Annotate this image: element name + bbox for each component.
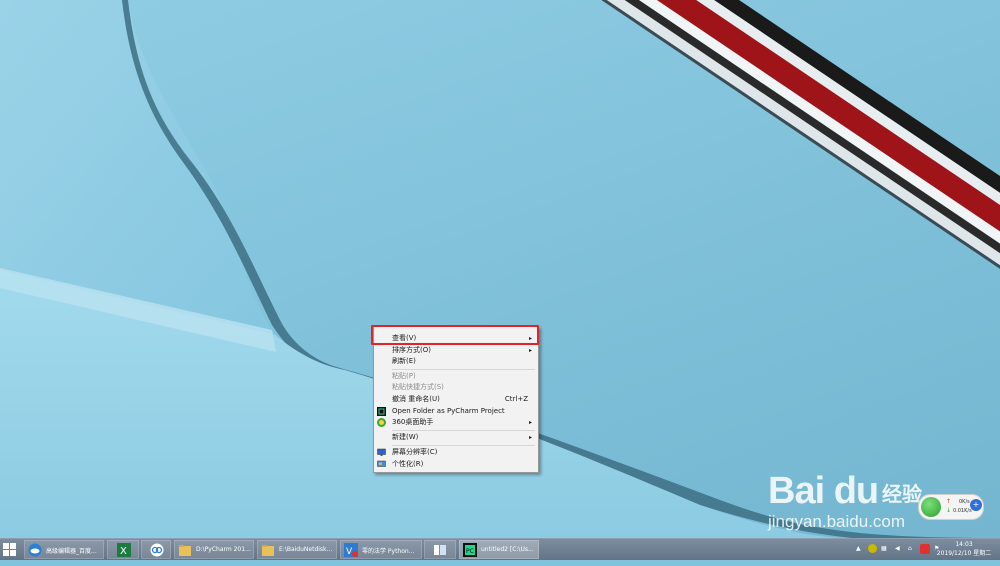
upload-speed: 0K/s: [959, 499, 970, 505]
net-speed-plus-button[interactable]: +: [970, 499, 982, 511]
submenu-arrow-icon: ▸: [528, 419, 532, 426]
taskbar-item-netdisk[interactable]: [141, 540, 171, 559]
cloud-icon: [28, 543, 42, 557]
upload-arrow-icon: ↑: [946, 498, 952, 505]
tray-network-icon[interactable]: ▦: [881, 545, 887, 566]
taskbar-item-pycharm[interactable]: PC untitled2 [C:\Us...: [459, 540, 539, 559]
download-arrow-icon: ↓: [946, 507, 952, 514]
menu-item-paste[interactable]: 粘贴(P): [374, 371, 538, 382]
speed-ball-icon: [921, 497, 941, 517]
taskbar-item-panel[interactable]: [424, 540, 456, 559]
baidu-watermark-logo: Bai du: [768, 470, 879, 512]
clock-date: 2019/12/10 星期二: [936, 550, 992, 557]
tray-sogou-icon[interactable]: [920, 544, 930, 554]
taskbar-clock[interactable]: 14:03 2019/12/10 星期二: [936, 540, 992, 558]
menu-item-new[interactable]: 新建(W) ▸: [374, 432, 538, 443]
excel-icon: X: [117, 543, 131, 557]
tray-expand-icon[interactable]: ▲: [856, 545, 861, 566]
tray-volume-icon[interactable]: ◀: [895, 545, 900, 566]
menu-item-open-pycharm[interactable]: Open Folder as PyCharm Project: [374, 406, 538, 417]
folder-icon: [262, 545, 274, 556]
panel-icon: [434, 545, 446, 555]
menu-separator: [392, 445, 535, 446]
360-icon: [377, 418, 386, 427]
personalize-icon: [377, 460, 386, 467]
windows-logo-icon[interactable]: [3, 543, 16, 556]
tray-app-icon[interactable]: [868, 544, 877, 553]
menu-item-screen-resolution[interactable]: 屏幕分辨率(C): [374, 447, 538, 458]
baidu-watermark-site: jingyan.baidu.com: [768, 512, 906, 531]
menu-item-undo-rename[interactable]: 撤消 重命名(U) Ctrl+Z: [374, 394, 538, 405]
taskbar-item-editor[interactable]: 高级编辑器_百度...: [24, 540, 104, 559]
menu-item-sort-by[interactable]: 排序方式(O) ▸: [374, 345, 538, 356]
menu-item-360-assistant[interactable]: 360桌面助手 ▸: [374, 417, 538, 428]
taskbar-item-python-app[interactable]: V 零的法学 Python...: [340, 540, 422, 559]
svg-text:X: X: [120, 546, 127, 557]
svg-text:V: V: [346, 547, 353, 557]
shortcut-text: Ctrl+Z: [504, 395, 528, 403]
submenu-arrow-icon: ▸: [528, 434, 532, 441]
menu-separator: [392, 369, 535, 370]
monitor-icon: [377, 448, 386, 456]
app-icon: V: [344, 543, 358, 557]
clock-time: 14:03: [955, 541, 973, 548]
net-speed-widget[interactable]: ↑ 0K/s ↓ 0.01K/s +: [918, 494, 984, 520]
pycharm-icon: PC: [463, 543, 477, 557]
menu-separator: [392, 430, 535, 431]
baidu-netdisk-icon: [150, 543, 164, 557]
menu-item-personalize[interactable]: 个性化(R): [374, 459, 538, 470]
taskbar-item-excel[interactable]: X: [107, 540, 139, 559]
taskbar: 高级编辑器_百度... X D:\PyCharm 201... E:\Baidu…: [0, 538, 1000, 560]
download-speed: 0.01K/s: [953, 508, 972, 514]
pycharm-icon: [377, 407, 386, 416]
submenu-arrow-icon: ▸: [528, 347, 532, 354]
menu-item-paste-shortcut[interactable]: 粘贴快捷方式(S): [374, 382, 538, 393]
tray-input-icon[interactable]: ⌂: [908, 545, 912, 566]
desktop-context-menu: 查看(V) ▸ 排序方式(O) ▸ 刷新(E) 粘贴(P) 粘贴快捷方式(S) …: [373, 326, 539, 473]
taskbar-item-folder-pycharm[interactable]: D:\PyCharm 201...: [174, 540, 254, 559]
jingyan-watermark-tag: 经验: [882, 482, 922, 506]
menu-item-refresh[interactable]: 刷新(E): [374, 356, 538, 367]
view-item-highlight-box: [371, 325, 539, 345]
svg-text:PC: PC: [466, 548, 474, 555]
taskbar-item-folder-netdisk[interactable]: E:\BaiduNetdisk...: [257, 540, 337, 559]
folder-icon: [179, 545, 191, 556]
